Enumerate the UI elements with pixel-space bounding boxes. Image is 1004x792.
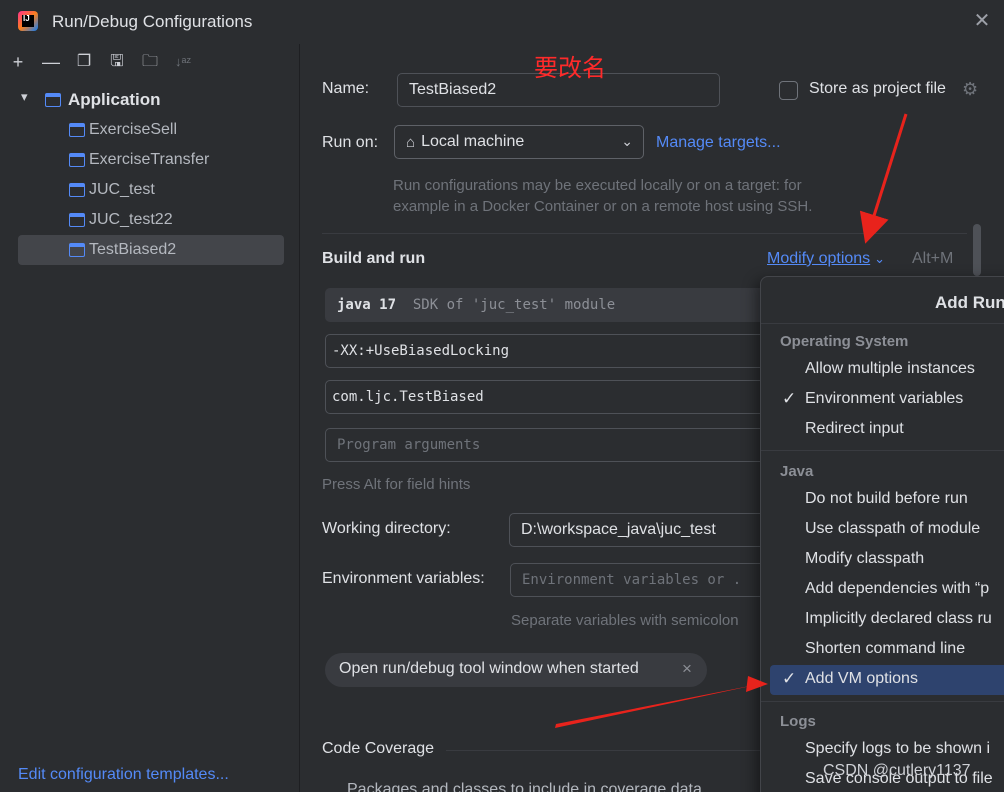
edit-templates-link[interactable]: Edit configuration templates... [18, 766, 229, 784]
tree-item-label: ExerciseSell [89, 121, 178, 138]
menu-item[interactable]: ✓ Environment variables [761, 385, 1004, 415]
divider [322, 233, 967, 234]
coverage-sub: Packages and classes to include in cover… [347, 781, 702, 792]
modify-options-link[interactable]: Modify options ⌄ [767, 250, 885, 268]
annotation-text: 要改名 [534, 54, 606, 82]
main-class-field[interactable]: com.ljc.TestBiased [325, 380, 785, 414]
remove-icon[interactable]: — [41, 53, 61, 73]
tree-item[interactable]: JUC_test22 [18, 205, 284, 235]
code-coverage-title: Code Coverage [322, 740, 435, 757]
watermark: CSDN @cutlery1137 [823, 762, 971, 779]
chevron-down-icon: ⌄ [621, 133, 633, 149]
menu-item[interactable]: Implicitly declared class ru [761, 605, 1004, 635]
config-icon [69, 213, 85, 227]
menu-item[interactable]: Modify classpath [761, 545, 1004, 575]
build-run-title: Build and run [322, 250, 426, 267]
section-operating-system: Operating System [780, 333, 909, 350]
run-on-value: Local machine [421, 133, 525, 150]
window-title: Run/Debug Configurations [52, 12, 253, 31]
close-icon[interactable]: ✕ [972, 11, 992, 31]
name-label: Name: [322, 80, 370, 97]
application-icon [45, 93, 61, 107]
intellij-logo-icon: IJ [18, 11, 38, 31]
folder-icon[interactable]: 🗀 [140, 53, 160, 73]
workdir-label: Working directory: [322, 520, 451, 537]
tree-item-selected[interactable]: TestBiased2 [18, 235, 284, 265]
copy-icon[interactable]: ❐ [74, 53, 94, 73]
tree-item-label: JUC_test22 [89, 211, 173, 228]
tree-item-label: ExerciseTransfer [89, 151, 210, 168]
tree-item[interactable]: ExerciseTransfer [18, 145, 284, 175]
check-icon: ✓ [782, 669, 797, 688]
menu-item[interactable]: Use classpath of module [761, 515, 1004, 545]
program-arguments-field[interactable]: Program arguments [325, 428, 785, 462]
store-as-project-checkbox[interactable] [779, 81, 798, 100]
menu-item[interactable]: Do not build before run [761, 485, 1004, 515]
check-icon: ✓ [782, 389, 797, 408]
modify-options-shortcut: Alt+M [912, 250, 954, 267]
chevron-down-icon[interactable]: ▾ [21, 89, 28, 105]
tree-group-application[interactable]: ▾ Application [18, 85, 284, 115]
config-icon [69, 243, 85, 257]
config-icon [69, 153, 85, 167]
tree-item[interactable]: ExerciseSell [18, 115, 284, 145]
divider [761, 701, 1004, 702]
divider [446, 750, 766, 751]
divider [761, 450, 1004, 451]
menu-item[interactable]: Specify logs to be shown i [761, 735, 1004, 765]
sdk-field[interactable]: java 17 SDK of 'juc_test' module [325, 288, 785, 322]
open-tool-window-chip[interactable]: Open run/debug tool window when started … [325, 653, 707, 687]
menu-item[interactable]: Add dependencies with “p [761, 575, 1004, 605]
menu-item-add-vm-options[interactable]: ✓ Add VM options [770, 665, 1004, 695]
alt-hint: Press Alt for field hints [322, 476, 471, 493]
add-icon[interactable]: + [8, 53, 28, 73]
tree-group-label: Application [68, 90, 161, 109]
menu-item[interactable]: Allow multiple instances [761, 355, 1004, 385]
tree-item[interactable]: JUC_test [18, 175, 284, 205]
env-label: Environment variables: [322, 570, 485, 587]
home-icon: ⌂ [406, 133, 416, 151]
run-on-label: Run on: [322, 134, 379, 151]
vm-options-field[interactable]: -XX:+UseBiasedLocking [325, 334, 785, 368]
scrollbar[interactable] [973, 224, 981, 276]
run-hint-line-2: example in a Docker Container or on a re… [393, 198, 813, 215]
sort-icon[interactable]: ↓ᵃᶻ [173, 53, 193, 73]
section-logs: Logs [780, 713, 816, 730]
popup-title: Add Run [935, 293, 1004, 312]
env-hint: Separate variables with semicolon [511, 612, 739, 629]
divider [761, 323, 1004, 324]
tree-item-label: TestBiased2 [89, 241, 177, 258]
configurations-sidebar: + — ❐ 🖫 🗀 ↓ᵃᶻ ▾ Application ExerciseSell… [0, 44, 300, 792]
gear-icon[interactable]: ⚙ [962, 79, 978, 100]
add-run-options-popup: Add Run Operating System Allow multiple … [760, 276, 1004, 792]
manage-targets-link[interactable]: Manage targets... [656, 134, 781, 152]
tree-item-label: JUC_test [89, 181, 155, 198]
close-icon[interactable]: × [682, 659, 692, 679]
menu-item[interactable]: Shorten command line [761, 635, 1004, 665]
save-icon[interactable]: 🖫 [107, 53, 127, 73]
chip-label: Open run/debug tool window when started [339, 660, 639, 677]
section-java: Java [780, 463, 814, 480]
run-on-dropdown[interactable]: ⌂ Local machine ⌄ [394, 125, 644, 159]
menu-item[interactable]: Redirect input [761, 415, 1004, 445]
title-bar: IJ Run/Debug Configurations ✕ [0, 0, 1004, 44]
run-hint-line-1: Run configurations may be executed local… [393, 177, 802, 194]
store-as-project-label: Store as project file [809, 80, 946, 97]
config-icon [69, 123, 85, 137]
config-icon [69, 183, 85, 197]
